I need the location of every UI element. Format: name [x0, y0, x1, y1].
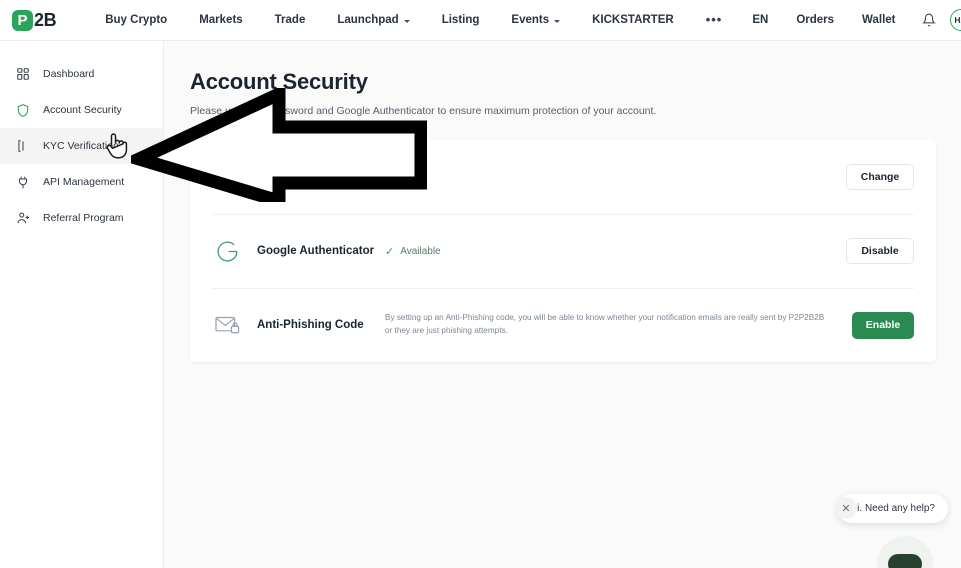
wallet-link[interactable]: Wallet	[848, 14, 909, 26]
shield-icon	[14, 101, 32, 119]
main-nav: Buy Crypto Markets Trade Launchpad Listi…	[89, 12, 739, 27]
nav-item-launchpad[interactable]: Launchpad	[321, 14, 425, 26]
plug-icon	[14, 173, 32, 191]
sidebar-item-label: Referral Program	[43, 212, 124, 224]
security-row-google-authenticator: Google Authenticator ✓ Available Disable	[190, 214, 936, 288]
password-doc-icon	[212, 162, 242, 192]
nav-label: Listing	[441, 14, 480, 26]
google-g-icon	[212, 236, 242, 266]
logo-text: 2B	[34, 9, 57, 30]
notifications-button[interactable]	[910, 13, 948, 27]
nav-item-kickstarter[interactable]: KICKSTARTER	[576, 14, 690, 26]
language-selector[interactable]: EN	[738, 14, 782, 26]
enable-anti-phishing-button[interactable]: Enable	[852, 311, 914, 339]
top-header: P 2B Buy Crypto Markets Trade Launchpad …	[0, 0, 961, 41]
nav-item-events[interactable]: Events	[495, 14, 576, 26]
sidebar-item-referral-program[interactable]: Referral Program	[0, 200, 163, 236]
sidebar-item-api-management[interactable]: API Management	[0, 164, 163, 200]
chevron-down-icon	[403, 19, 410, 23]
nav-label: Events	[511, 14, 550, 26]
security-row-action: Change	[846, 164, 914, 190]
dashboard-grid-icon	[14, 65, 32, 83]
nav-item-markets[interactable]: Markets	[183, 14, 258, 26]
more-dots-icon: •••	[705, 12, 723, 27]
user-plus-icon	[14, 209, 32, 227]
nav-item-listing[interactable]: Listing	[426, 14, 496, 26]
security-row-password: Password Change	[190, 140, 936, 214]
id-card-icon	[14, 137, 32, 155]
nav-item-buy-crypto[interactable]: Buy Crypto	[89, 14, 183, 26]
sidebar-item-account-security[interactable]: Account Security	[0, 92, 163, 128]
header-right-actions: EN Orders Wallet HA	[738, 9, 961, 31]
security-row-action: Enable	[852, 311, 914, 339]
security-row-action: Disable	[846, 238, 914, 264]
close-icon: ✕	[841, 502, 851, 515]
chat-greeting-text: Hi. Need any help?	[849, 503, 935, 514]
disable-authenticator-button[interactable]: Disable	[846, 238, 914, 264]
change-password-button[interactable]: Change	[846, 164, 914, 190]
security-row-description: By setting up an Anti-Phishing code, you…	[385, 313, 825, 335]
security-row-title: Password	[257, 171, 312, 183]
site-logo[interactable]: P 2B	[12, 9, 57, 31]
security-row-title: Google Authenticator	[257, 245, 375, 257]
nav-item-trade[interactable]: Trade	[259, 14, 322, 26]
sidebar-item-label: KYC Verification	[43, 140, 119, 152]
page-root: P 2B Buy Crypto Markets Trade Launchpad …	[0, 0, 961, 568]
sidebar-item-label: Dashboard	[43, 68, 95, 80]
chat-bubble-icon	[888, 554, 922, 568]
nav-label: Markets	[199, 14, 243, 26]
envelope-lock-icon	[212, 310, 242, 340]
check-icon: ✓	[385, 245, 395, 258]
sidebar: Dashboard Account Security KYC Verificat…	[0, 41, 164, 568]
logo-mark-icon: P	[12, 9, 33, 31]
nav-more-button[interactable]: •••	[690, 12, 739, 27]
sidebar-item-dashboard[interactable]: Dashboard	[0, 56, 163, 92]
page-subtitle: Please use both password and Google Auth…	[190, 105, 657, 117]
main-content: Account Security Please use both passwor…	[164, 41, 961, 568]
sidebar-item-kyc-verification[interactable]: KYC Verification	[0, 128, 163, 164]
status-label: Available	[400, 245, 441, 257]
nav-label: Buy Crypto	[105, 14, 168, 26]
chat-close-button[interactable]: ✕	[835, 497, 857, 519]
bell-icon	[921, 13, 936, 27]
nav-label: Trade	[274, 14, 306, 26]
security-row-anti-phishing: Anti-Phishing Code By setting up an Anti…	[190, 288, 936, 362]
security-row-title: Anti-Phishing Code	[257, 319, 364, 331]
orders-link[interactable]: Orders	[782, 14, 848, 26]
avatar[interactable]: HA	[949, 9, 961, 31]
avatar-initials: HA	[954, 15, 961, 25]
sidebar-item-label: API Management	[43, 176, 125, 188]
security-settings-card: Password Change Google Authenticator ✓ A…	[190, 140, 936, 362]
nav-label: Launchpad	[337, 14, 399, 26]
nav-label: KICKSTARTER	[592, 14, 674, 26]
sidebar-item-label: Account Security	[43, 104, 122, 116]
chevron-down-icon	[554, 19, 561, 23]
status-badge: ✓ Available	[385, 245, 441, 258]
page-title: Account Security	[190, 69, 368, 94]
